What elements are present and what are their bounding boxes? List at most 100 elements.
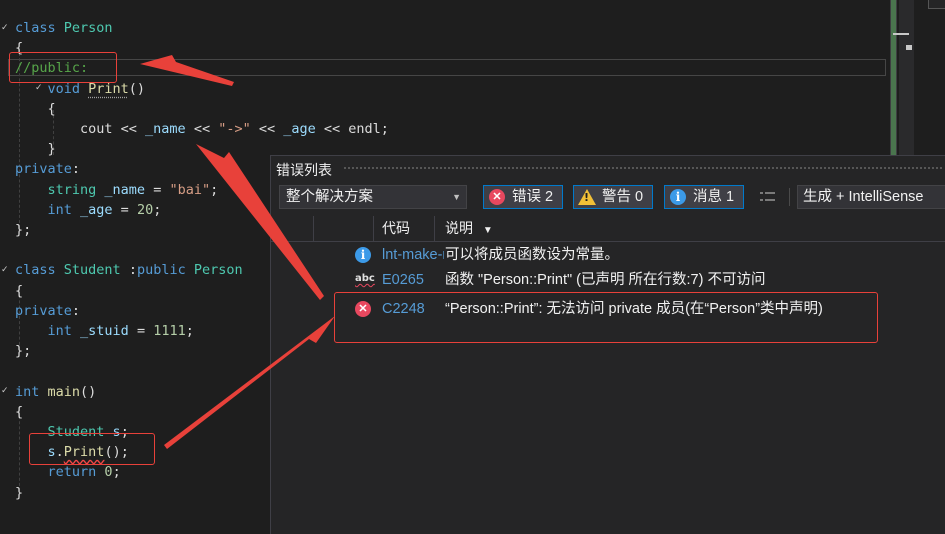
code-token: string [47,181,105,198]
code-token: public [136,262,194,279]
code-line[interactable]: int _age = 20; [15,200,162,220]
code-token: = [145,181,170,198]
code-line[interactable]: int main() [15,382,96,402]
code-line[interactable]: return 0; [15,462,121,482]
code-token: int [47,201,81,218]
error-list-toolbar: 整个解决方案 ▼ ✕ 错误 2 ! 警告 0 i 消息 1 生成 + Intel… [271,182,945,214]
code-token: : [71,161,81,178]
messages-filter-button[interactable]: i 消息 1 [664,185,744,209]
code-token: << endl; [315,121,389,137]
warning-exclamation: ! [584,191,590,204]
column-header-code[interactable]: 代码 [373,216,435,241]
panel-title: 错误列表 [276,162,332,178]
row-description: 函数 "Person::Print" (已声明 所在行数:7) 不可访问 [445,272,766,288]
code-token: : [128,262,137,279]
error-list-row[interactable]: i lnt-make-member-function-const 可以将成员函数… [271,242,945,268]
warnings-filter-button[interactable]: ! 警告 0 [573,185,653,209]
info-circle-icon: i [670,189,686,205]
error-circle-icon: ✕ [489,189,505,205]
collapse-chevron-icon[interactable]: ✓ [1,386,11,396]
abc-squiggle-icon: abc [355,273,375,284]
code-token: class [15,20,64,36]
row-description: 可以将成员函数设为常量。 [445,247,619,263]
code-token: Person [193,262,243,279]
code-token: _name [104,181,146,198]
panel-title-bar[interactable]: 错误列表 [271,156,945,182]
code-token: _stuid [80,323,129,339]
column-header-description-label: 说明 [445,220,473,236]
collapse-chevron-icon[interactable]: ✓ [1,265,11,275]
code-token: () [128,80,146,97]
errors-filter-label: 错误 2 [512,189,554,205]
scope-dropdown[interactable]: 整个解决方案 ▼ [279,185,467,209]
split-view-button[interactable] [928,0,945,9]
error-list-row[interactable]: abc E0265 函数 "Person::Print" (已声明 所在行数:7… [271,267,945,293]
scrollbar-thumb[interactable] [899,0,914,155]
column-header-description[interactable]: 说明 ▼ [435,216,945,241]
errors-filter-button[interactable]: ✕ 错误 2 [483,185,563,209]
error-table-header: 代码 说明 ▼ [271,216,945,242]
annotation-box-print-call [29,433,155,465]
code-token: ; [112,464,121,481]
code-token: 0 [104,464,113,481]
code-token: { [15,282,24,299]
code-token: Student [63,262,129,279]
code-line[interactable]: cout << _name << "->" << _age << endl; [15,119,389,139]
code-token: Person [63,20,113,36]
code-token: () [80,383,97,400]
code-line[interactable]: class Student :public Person [15,260,243,280]
code-token: cout << [15,121,146,137]
collapse-chevron-icon[interactable]: ✓ [1,23,11,33]
code-line[interactable]: { [15,402,23,422]
code-token: << [185,121,219,137]
code-line[interactable]: { [15,99,56,119]
code-line[interactable]: private: [15,159,80,179]
code-line[interactable]: string _name = "bai"; [15,180,219,200]
code-token: = [112,201,137,218]
scroll-caret-marker [893,33,909,35]
current-line-highlight [8,59,886,76]
code-token: }; [15,343,32,360]
code-line[interactable]: class Person [15,18,113,38]
code-token: return [47,464,105,481]
code-token: private [15,302,72,319]
code-line[interactable]: } [15,483,23,503]
code-token: } [15,484,24,501]
scroll-error-marker [906,45,912,50]
error-list-panel[interactable]: 错误列表 整个解决方案 ▼ ✕ 错误 2 ! 警告 0 i 消息 1 生成 + … [270,155,945,534]
code-token: main [47,383,81,400]
code-token: : [71,302,81,319]
filter-icon[interactable] [759,189,777,205]
code-token: 1111 [153,323,186,339]
chevron-down-icon: ▼ [452,192,461,202]
sort-arrow-icon: ▼ [482,225,493,236]
code-token: private [15,161,72,178]
code-token: int [15,383,48,400]
code-token: _age [283,121,316,137]
panel-drag-grip[interactable] [343,166,943,171]
column-header-icon[interactable] [313,216,374,241]
code-line[interactable]: } [15,139,56,159]
code-line[interactable]: private: [15,301,80,321]
code-token: } [15,141,56,158]
code-line[interactable]: }; [15,341,31,361]
code-token: "->" [218,121,251,137]
code-line[interactable]: }; [15,220,31,240]
code-token: { [15,403,24,420]
code-line[interactable]: int _stuid = 1111; [15,321,194,341]
annotation-box-c2248-error [334,292,878,343]
row-code: E0265 [382,272,424,288]
code-token: _age [80,201,113,218]
code-token: << [250,121,284,137]
column-header-severity[interactable] [271,216,314,241]
code-token: class [15,262,64,279]
build-filter-dropdown[interactable]: 生成 + IntelliSense [797,185,945,209]
build-filter-value: 生成 + IntelliSense [803,189,924,205]
code-token: 20 [136,201,154,218]
code-token: _name [145,121,186,137]
code-token: ; [185,323,194,339]
column-header-code-label: 代码 [382,220,410,236]
code-line[interactable]: { [15,281,23,301]
